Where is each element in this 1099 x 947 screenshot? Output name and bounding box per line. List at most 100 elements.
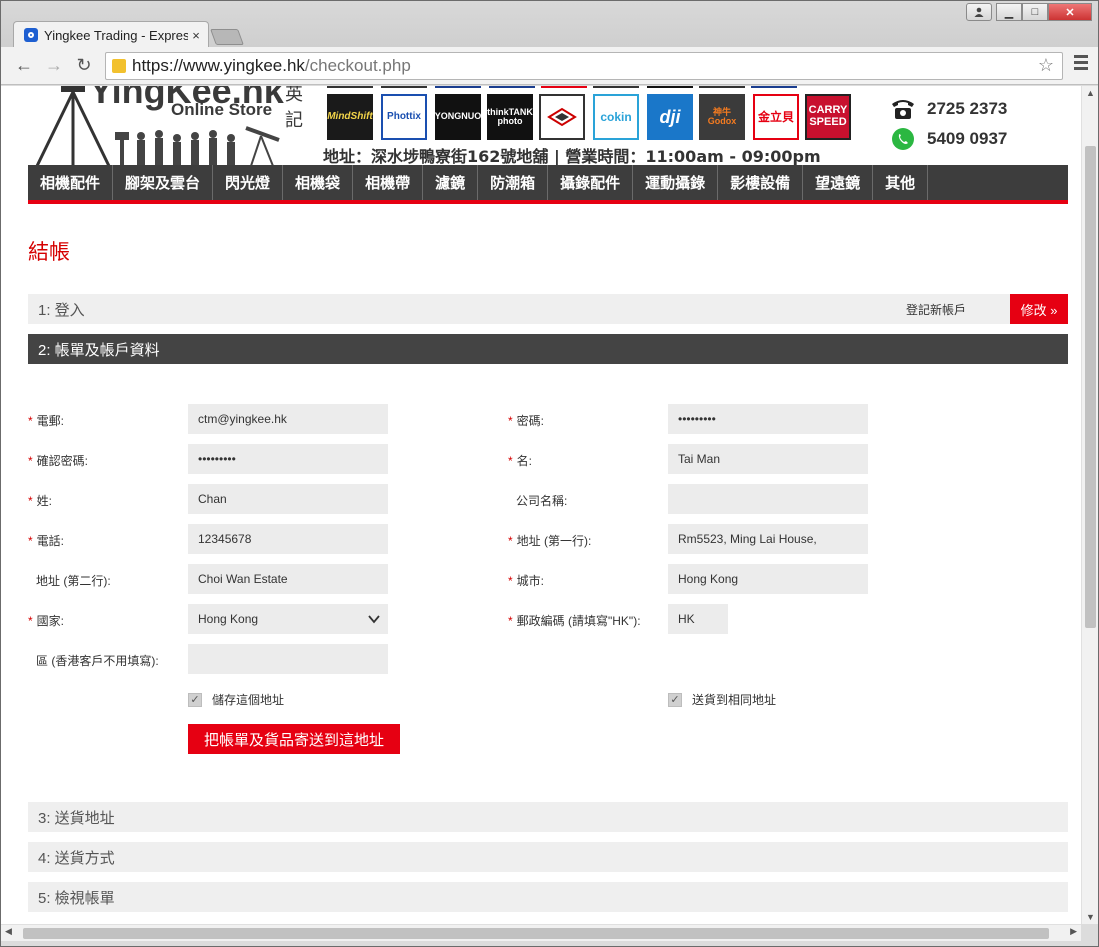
nav-filters[interactable]: 濾鏡 [423, 165, 479, 200]
page-viewport: YingKee.hk 英記 Online Store MindShift Pho… [1, 86, 1081, 924]
address2-field[interactable]: Choi Wan Estate [188, 564, 388, 594]
brand-subtitle: Online Store [171, 100, 273, 119]
brand-strip-top [381, 86, 427, 88]
forward-button[interactable]: → [39, 55, 69, 76]
save-address-checkbox[interactable]: ✓ 儲存這個地址 [188, 691, 284, 708]
brand-logo-jinlibei[interactable]: 金立貝 [753, 94, 799, 140]
country-label: * 國家: [28, 614, 65, 628]
nav-telescopes[interactable]: 望遠鏡 [803, 165, 874, 200]
tab-close-icon[interactable]: × [188, 28, 204, 43]
step-billing[interactable]: 2: 帳單及帳戶資料 [28, 334, 1068, 364]
checkbox-check-icon: ✓ [188, 692, 202, 707]
nav-others[interactable]: 其他 [873, 165, 929, 200]
address1-label: * 地址 (第一行): [508, 534, 592, 548]
url-host: https://www.yingkee.hk [132, 56, 305, 75]
scroll-left-icon[interactable]: ◀ [5, 926, 12, 937]
horizontal-scroll-thumb[interactable] [23, 928, 1049, 939]
same-shipping-checkbox[interactable]: ✓ 送貨到相同地址 [668, 691, 776, 708]
window-controls: ▁ □ ✕ [966, 3, 1092, 21]
bookmark-star-icon[interactable]: ☆ [1038, 55, 1054, 76]
phone-label: * 電話: [28, 534, 65, 548]
brand-logo-cokin[interactable]: cokin [593, 94, 639, 140]
checkbox-check-icon: ✓ [668, 692, 682, 707]
district-label: 區 (香港客戶不用填寫): [36, 654, 159, 668]
brand-strip-top [435, 86, 481, 88]
menu-icon[interactable] [1074, 55, 1088, 73]
country-value: Hong Kong [198, 612, 259, 626]
maximize-button[interactable]: □ [1022, 3, 1048, 21]
page-title: 結帳 [28, 241, 70, 264]
password-field[interactable]: ••••••••• [668, 404, 868, 434]
first-name-field[interactable]: Tai Man [668, 444, 868, 474]
last-name-label: * 姓: [28, 494, 53, 508]
close-window-button[interactable]: ✕ [1048, 3, 1092, 21]
site-logo[interactable]: YingKee.hk 英記 Online Store [27, 86, 317, 166]
step-shipping-address[interactable]: 3: 送貨地址 [28, 802, 1068, 832]
brand-logo-phottix[interactable]: Phottix [381, 94, 427, 140]
partner-brands: MindShift Phottix YONGNUO thinkTANK phot… [301, 86, 861, 141]
nav-video-accessories[interactable]: 攝錄配件 [548, 165, 634, 200]
brand-strip-top [541, 86, 587, 88]
register-link[interactable]: 登記新帳戶 [906, 301, 966, 318]
whatsapp-icon [889, 127, 917, 151]
nav-flash[interactable]: 閃光燈 [213, 165, 284, 200]
scroll-up-icon[interactable]: ▲ [1082, 88, 1099, 98]
brand-logo-yongnuo[interactable]: YONGNUO [435, 94, 481, 140]
minimize-button[interactable]: ▁ [996, 3, 1022, 21]
lock-warning-icon [112, 59, 126, 73]
brand-logo-thinktank[interactable]: thinkTANK photo [487, 94, 533, 140]
postcode-field[interactable]: HK [668, 604, 728, 634]
last-name-field[interactable]: Chan [188, 484, 388, 514]
address1-field[interactable]: Rm5523, Ming Lai House, [668, 524, 868, 554]
brand-logo-peak-design[interactable] [539, 94, 585, 140]
brand-logo-mindshift[interactable]: MindShift [327, 94, 373, 140]
brand-logo-dji[interactable]: dji [647, 94, 693, 140]
nav-studio-equipment[interactable]: 影樓設備 [718, 165, 804, 200]
nav-action-cameras[interactable]: 運動攝錄 [633, 165, 719, 200]
vertical-scrollbar[interactable]: ▲ ▼ [1081, 86, 1098, 924]
shop-address-hours: 地址：深水埗鴨寮街162號地舖 | 營業時間：11:00am - 09:00pm [323, 147, 821, 166]
brand-strip-top [593, 86, 639, 88]
scroll-right-icon[interactable]: ▶ [1070, 926, 1077, 937]
step-login[interactable]: 1: 登入 登記新帳戶 修改 » [28, 294, 1068, 324]
save-address-label: 儲存這個地址 [212, 693, 285, 707]
step-review-order[interactable]: 5: 檢視帳單 [28, 882, 1068, 912]
browser-toolbar: ← → ↻ https://www.yingkee.hk/checkout.ph… [1, 47, 1098, 85]
submit-address-button[interactable]: 把帳單及貨品寄送到這地址 [188, 724, 400, 754]
reload-button[interactable]: ↻ [69, 55, 99, 76]
new-tab-button[interactable] [210, 29, 244, 45]
district-field[interactable] [188, 644, 388, 674]
edit-button[interactable]: 修改 » [1010, 294, 1068, 324]
url-path: /checkout.php [304, 56, 411, 75]
contact-info: 2725 2373 5409 0937 [889, 94, 1007, 154]
country-select[interactable]: Hong Kong [188, 604, 388, 634]
company-field[interactable] [668, 484, 868, 514]
nav-camera-accessories[interactable]: 相機配件 [28, 165, 114, 200]
phone-number: 2725 2373 [927, 99, 1008, 118]
step-shipping-method[interactable]: 4: 送貨方式 [28, 842, 1068, 872]
step-review-order-label: 5: 檢視帳單 [38, 889, 115, 907]
confirm-password-field[interactable]: ••••••••• [188, 444, 388, 474]
phone-field[interactable]: 12345678 [188, 524, 388, 554]
brand-logo-godox[interactable]: 神牛 Godox [699, 94, 745, 140]
address-bar[interactable]: https://www.yingkee.hk/checkout.php ☆ [105, 52, 1063, 80]
nav-dry-cabinets[interactable]: 防潮箱 [478, 165, 549, 200]
nav-camera-straps[interactable]: 相機帶 [353, 165, 424, 200]
address2-label: 地址 (第二行): [36, 574, 111, 588]
nav-tripods[interactable]: 腳架及雲台 [113, 165, 214, 200]
first-name-label: * 名: [508, 454, 533, 468]
same-shipping-label: 送貨到相同地址 [692, 693, 777, 707]
vertical-scroll-thumb[interactable] [1085, 146, 1096, 628]
password-label: * 密碼: [508, 414, 545, 428]
tab-title: Yingkee Trading - Expres [44, 27, 188, 43]
horizontal-scrollbar[interactable]: ◀ ▶ [1, 924, 1081, 941]
nav-camera-bags[interactable]: 相機袋 [283, 165, 354, 200]
scroll-down-icon[interactable]: ▼ [1082, 912, 1099, 922]
user-profile-icon[interactable] [966, 3, 992, 21]
browser-window: Yingkee Trading - Expres × ▁ □ ✕ ← → ↻ h… [0, 0, 1099, 947]
browser-tab[interactable]: Yingkee Trading - Expres × [13, 21, 209, 48]
brand-logo-carryspeed[interactable]: CARRY SPEED [805, 94, 851, 140]
email-field[interactable]: ctm@yingkee.hk [188, 404, 388, 434]
back-button[interactable]: ← [9, 55, 39, 76]
city-field[interactable]: Hong Kong [668, 564, 868, 594]
